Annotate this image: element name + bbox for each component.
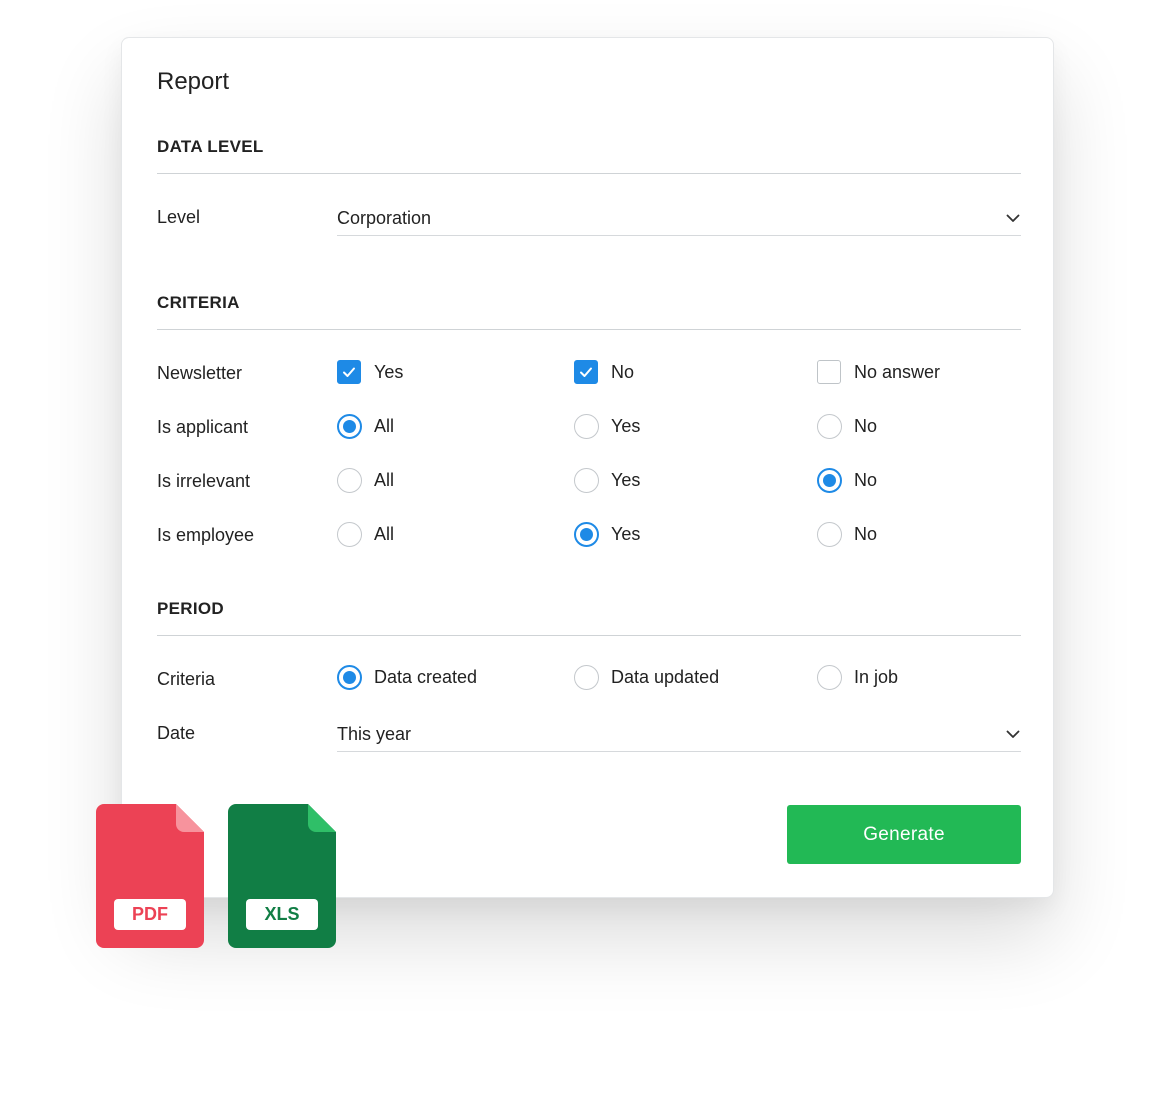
checkbox-unchecked[interactable] xyxy=(817,360,841,384)
option-label: No xyxy=(611,361,635,382)
divider xyxy=(157,173,1021,174)
radio-all[interactable]: All xyxy=(337,468,394,493)
criteria-row-label: Is irrelevant xyxy=(157,471,251,491)
option-label: In job xyxy=(854,667,899,687)
xls-file-icon[interactable]: XLS xyxy=(228,804,336,948)
checkbox-no-answer[interactable]: No answer xyxy=(817,360,940,384)
criteria-row-label: Is applicant xyxy=(157,417,249,437)
radio-unselected[interactable] xyxy=(337,468,362,493)
radio-no[interactable]: No xyxy=(817,414,877,439)
checkbox-checked[interactable] xyxy=(574,360,598,384)
radio-selected[interactable] xyxy=(574,522,599,547)
option-label: Data created xyxy=(374,667,478,687)
option-label: No xyxy=(854,416,878,436)
option-label: No xyxy=(854,470,878,490)
divider xyxy=(157,635,1021,636)
date-select-value: This year xyxy=(337,723,412,744)
pdf-badge: PDF xyxy=(114,899,186,930)
radio-no[interactable]: No xyxy=(817,468,877,493)
option-label: Data updated xyxy=(611,667,720,687)
level-select-value: Corporation xyxy=(337,207,432,228)
xls-badge: XLS xyxy=(246,899,318,930)
radio-all[interactable]: All xyxy=(337,522,394,547)
option-label: No answer xyxy=(854,361,941,382)
pdf-file-icon[interactable]: PDF xyxy=(96,804,204,948)
level-label: Level xyxy=(157,207,201,227)
option-label: No xyxy=(854,524,878,544)
option-label: Yes xyxy=(611,524,641,544)
radio-selected[interactable] xyxy=(817,468,842,493)
page-title: Report xyxy=(157,68,230,95)
checkbox-checked[interactable] xyxy=(337,360,361,384)
chevron-down-icon xyxy=(1006,214,1020,222)
radio-in-job[interactable]: In job xyxy=(817,665,898,690)
date-select[interactable]: This year xyxy=(337,717,1021,752)
option-label: All xyxy=(374,524,395,544)
date-label: Date xyxy=(157,723,196,743)
radio-all[interactable]: All xyxy=(337,414,394,439)
radio-unselected[interactable] xyxy=(574,665,599,690)
radio-unselected[interactable] xyxy=(817,414,842,439)
level-select[interactable]: Corporation xyxy=(337,201,1021,236)
radio-unselected[interactable] xyxy=(817,665,842,690)
chevron-down-icon xyxy=(1006,730,1020,738)
option-label: All xyxy=(374,416,395,436)
option-label: Yes xyxy=(611,416,641,436)
radio-yes[interactable]: Yes xyxy=(574,414,640,439)
report-card: Report DATA LEVEL Level Corporation CRIT… xyxy=(121,37,1054,898)
radio-unselected[interactable] xyxy=(574,414,599,439)
radio-no[interactable]: No xyxy=(817,522,877,547)
radio-unselected[interactable] xyxy=(817,522,842,547)
checkmark-icon xyxy=(580,367,592,377)
criteria-heading: CRITERIA xyxy=(157,293,240,312)
radio-selected[interactable] xyxy=(337,665,362,690)
generate-button[interactable]: Generate xyxy=(787,805,1021,864)
option-label: Yes xyxy=(611,470,641,490)
radio-yes[interactable]: Yes xyxy=(574,468,640,493)
data-level-heading: DATA LEVEL xyxy=(157,137,264,156)
divider xyxy=(157,329,1021,330)
checkmark-icon xyxy=(343,367,355,377)
radio-data-updated[interactable]: Data updated xyxy=(574,665,719,690)
criteria-row-label: Newsletter xyxy=(157,363,243,383)
option-label: All xyxy=(374,470,395,490)
checkbox-no[interactable]: No xyxy=(574,360,634,384)
criteria-row-label: Is employee xyxy=(157,525,255,545)
radio-yes[interactable]: Yes xyxy=(574,522,640,547)
checkbox-yes[interactable]: Yes xyxy=(337,360,403,384)
radio-unselected[interactable] xyxy=(574,468,599,493)
radio-data-created[interactable]: Data created xyxy=(337,665,477,690)
period-heading: PERIOD xyxy=(157,599,224,618)
period-criteria-label: Criteria xyxy=(157,669,216,689)
radio-unselected[interactable] xyxy=(337,522,362,547)
option-label: Yes xyxy=(374,361,404,382)
radio-selected[interactable] xyxy=(337,414,362,439)
